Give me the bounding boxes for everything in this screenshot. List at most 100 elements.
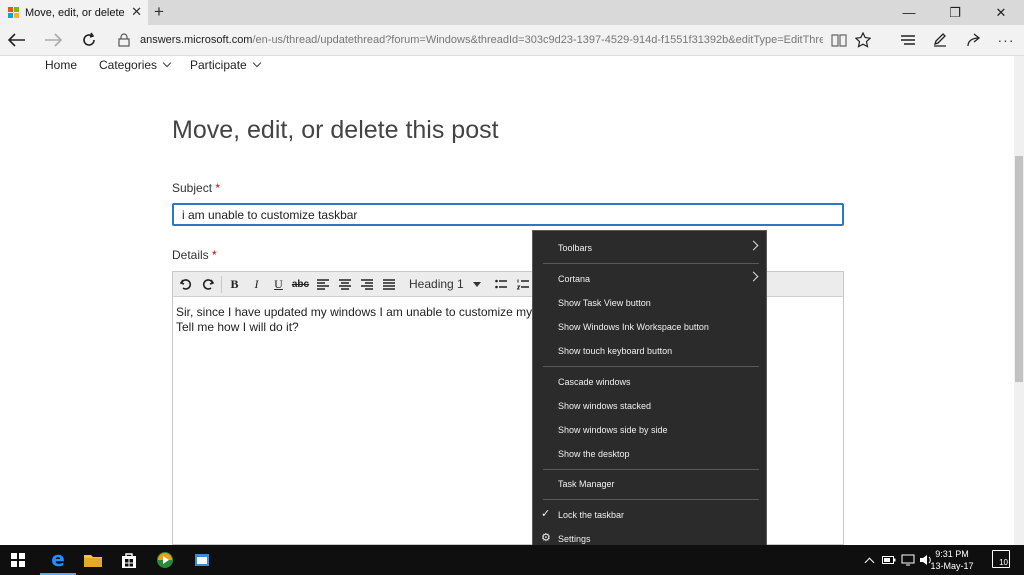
menu-item-label: Lock the taskbar	[558, 510, 625, 520]
window-icon	[195, 554, 209, 566]
nav-categories[interactable]: Categories	[99, 58, 172, 72]
caret-down-icon	[473, 281, 481, 287]
folder-icon	[84, 555, 102, 567]
scrollbar-thumb[interactable]	[1015, 156, 1023, 382]
forward-arrow-icon[interactable]	[42, 29, 64, 51]
windows-taskbar: e 9:31 PM 13-May-17 10	[0, 545, 1024, 575]
nav-participate[interactable]: Participate	[190, 58, 262, 72]
app-window-taskbar-icon[interactable]	[184, 545, 220, 575]
nav-categories-label: Categories	[99, 58, 158, 72]
subject-label-text: Subject	[172, 181, 213, 195]
address-bar[interactable]: answers.microsoft.com/en-us/thread/updat…	[118, 29, 823, 51]
checkmark-icon: ✓	[541, 508, 551, 520]
edge-taskbar-icon[interactable]: e	[40, 545, 76, 575]
menu-separator	[543, 469, 759, 470]
align-center-icon[interactable]	[334, 275, 355, 294]
restore-button[interactable]: ❐	[932, 0, 978, 25]
menu-item-side-by-side[interactable]: Show windows side by side	[533, 418, 766, 442]
chevron-right-icon	[748, 271, 759, 282]
menu-item-label: Cortana	[558, 274, 591, 284]
microsoft-favicon-icon	[8, 7, 19, 18]
store-icon	[122, 553, 136, 568]
media-player-taskbar-icon[interactable]	[147, 545, 183, 575]
refresh-icon[interactable]	[78, 29, 100, 51]
clock-time: 9:31 PM	[935, 549, 969, 559]
nav-participate-label: Participate	[190, 58, 247, 72]
start-button[interactable]	[0, 545, 36, 575]
browser-tab-strip: Move, edit, or delete thi ✕ + — ❐ ✕	[0, 0, 1024, 25]
network-tray-icon[interactable]	[901, 545, 915, 575]
menu-separator	[543, 366, 759, 367]
menu-item-label: Settings	[558, 534, 591, 544]
menu-separator	[543, 499, 759, 500]
redo-icon[interactable]	[197, 275, 218, 294]
notification-count: 10	[999, 558, 1008, 567]
clock-date: 13-May-17	[930, 561, 974, 571]
menu-item-lock-taskbar[interactable]: ✓ Lock the taskbar	[533, 503, 766, 527]
strikethrough-icon[interactable]: abc	[290, 275, 311, 294]
web-note-icon[interactable]	[930, 29, 950, 51]
bold-icon[interactable]: B	[224, 275, 245, 294]
share-icon[interactable]	[964, 29, 984, 51]
edge-icon: e	[51, 547, 65, 571]
align-justify-icon[interactable]	[378, 275, 399, 294]
align-right-icon[interactable]	[356, 275, 377, 294]
new-tab-button[interactable]: +	[154, 2, 164, 22]
menu-item-cascade[interactable]: Cascade windows	[533, 370, 766, 394]
chevron-right-icon	[748, 240, 759, 251]
action-center-icon[interactable]: 10	[992, 550, 1010, 568]
required-marker: *	[215, 181, 221, 195]
underline-icon[interactable]: U	[268, 275, 289, 294]
chevron-down-icon	[163, 58, 172, 68]
lock-icon	[118, 33, 130, 47]
heading-select[interactable]: Heading 1	[403, 275, 487, 294]
tab-title: Move, edit, or delete thi	[25, 6, 128, 19]
page-title: Move, edit, or delete this post	[172, 116, 499, 144]
menu-item-show-desktop[interactable]: Show the desktop	[533, 442, 766, 466]
windows-logo-icon	[11, 553, 25, 567]
hub-icon[interactable]	[898, 29, 918, 51]
browser-tab[interactable]: Move, edit, or delete thi ✕	[0, 0, 148, 25]
tab-close-icon[interactable]: ✕	[131, 4, 142, 20]
reading-view-icon[interactable]	[829, 29, 849, 51]
bullet-list-icon[interactable]	[490, 275, 511, 294]
store-taskbar-icon[interactable]	[111, 545, 147, 575]
menu-item-cortana[interactable]: Cortana	[533, 267, 766, 291]
chevron-down-icon	[252, 58, 262, 68]
back-arrow-icon[interactable]	[6, 29, 28, 51]
menu-item-task-view[interactable]: Show Task View button	[533, 291, 766, 315]
close-window-button[interactable]: ✕	[978, 0, 1024, 25]
heading-select-value: Heading 1	[409, 277, 464, 291]
taskbar-clock[interactable]: 9:31 PM 13-May-17	[922, 548, 982, 572]
file-explorer-taskbar-icon[interactable]	[75, 545, 111, 575]
media-player-icon	[157, 552, 173, 568]
taskbar-context-menu: Toolbars Cortana Show Task View button S…	[532, 230, 767, 555]
chevron-up-icon	[864, 557, 875, 567]
power-tray-icon[interactable]	[882, 545, 896, 575]
more-options-icon[interactable]: ···	[996, 29, 1016, 51]
align-left-icon[interactable]	[312, 275, 333, 294]
numbered-list-icon[interactable]	[512, 275, 533, 294]
show-hidden-icons-button[interactable]	[864, 545, 875, 575]
favorite-star-icon[interactable]	[853, 29, 873, 51]
gear-icon: ⚙	[541, 532, 551, 544]
menu-item-task-manager[interactable]: Task Manager	[533, 472, 766, 496]
italic-icon[interactable]: I	[246, 275, 267, 294]
minimize-button[interactable]: —	[886, 0, 932, 25]
subject-input[interactable]: i am unable to customize taskbar	[172, 203, 844, 226]
menu-item-label: Toolbars	[558, 243, 593, 253]
details-label: Details *	[172, 248, 217, 262]
page-scrollbar[interactable]	[1014, 56, 1024, 545]
browser-navigation-bar: answers.microsoft.com/en-us/thread/updat…	[0, 25, 1024, 56]
network-icon	[901, 554, 915, 566]
menu-item-toolbars[interactable]: Toolbars	[533, 236, 766, 260]
undo-icon[interactable]	[175, 275, 196, 294]
required-marker: *	[212, 248, 217, 262]
menu-separator	[543, 263, 759, 264]
menu-item-ink-workspace[interactable]: Show Windows Ink Workspace button	[533, 315, 766, 339]
details-label-text: Details	[172, 248, 209, 262]
subject-label: Subject *	[172, 181, 220, 195]
menu-item-stacked[interactable]: Show windows stacked	[533, 394, 766, 418]
nav-home[interactable]: Home	[45, 58, 77, 72]
menu-item-touch-keyboard[interactable]: Show touch keyboard button	[533, 339, 766, 363]
